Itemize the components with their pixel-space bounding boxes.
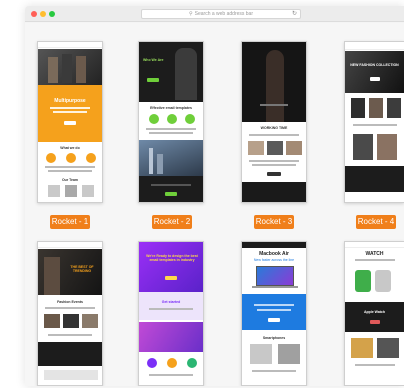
template-section-title: What we do — [60, 146, 80, 150]
template-team-title: Our Team — [61, 178, 79, 182]
template-orange-section: Multipurpose — [38, 85, 102, 142]
template-dark-hero: NEW FASHION COLLECTION — [345, 51, 404, 93]
label-rocket-1[interactable]: Rocket - 1 — [50, 215, 90, 229]
template-dark-hero: Who We Are — [139, 42, 203, 102]
template-gallery: Multipurpose What we do Our Team Who We … — [25, 23, 404, 386]
template-section-title: Effective email templates — [150, 106, 192, 110]
reload-icon[interactable]: ↻ — [292, 10, 297, 18]
template-heading: WATCH — [365, 251, 384, 257]
template-city-photo — [139, 140, 203, 176]
template-thumbnail-rocket-3[interactable]: WORKING TIME — [241, 41, 307, 203]
template-heading: Multipurpose — [54, 98, 86, 104]
template-subheading: New faster across the line — [253, 258, 295, 262]
close-window-icon[interactable] — [31, 11, 37, 17]
template-thumbnail-watch[interactable]: WATCH Apple Watch — [344, 241, 404, 386]
template-heading: NEW FASHION COLLECTION — [350, 63, 399, 67]
template-thumbnail-macbook[interactable]: Macbook Air New faster across the line S… — [241, 241, 307, 386]
template-thumbnail-rocket-2[interactable]: Who We Are Effective email templates — [138, 41, 204, 203]
browser-titlebar: ⚲ Search a web address bar ↻ — [25, 6, 404, 22]
template-thumbnail-rocket-4[interactable]: NEW FASHION COLLECTION — [344, 41, 404, 203]
template-dark-hero — [242, 42, 306, 122]
maximize-window-icon[interactable] — [49, 11, 55, 17]
template-section-title: Fashion Events — [57, 300, 83, 304]
template-section-title: Apple Watch — [363, 310, 386, 314]
browser-window: ⚲ Search a web address bar ↻ Multipurpose… — [25, 6, 404, 386]
address-bar[interactable]: ⚲ Search a web address bar ↻ — [141, 9, 301, 19]
template-thumbnail-rocket-1[interactable]: Multipurpose What we do Our Team — [37, 41, 103, 203]
template-section-title: WORKING TIME — [260, 126, 288, 130]
template-section-title: Get started — [161, 300, 181, 304]
template-dark-hero: THE BEST OF TRENDING — [38, 249, 102, 295]
template-heading: THE BEST OF TRENDING — [70, 265, 94, 273]
template-purple-hero: We're Ready to design the best email tem… — [139, 242, 203, 292]
template-header — [38, 42, 102, 48]
template-hero-photo — [38, 49, 102, 85]
minimize-window-icon[interactable] — [40, 11, 46, 17]
label-rocket-3[interactable]: Rocket - 3 — [254, 215, 294, 229]
search-icon: ⚲ — [188, 11, 193, 17]
template-thumbnail-purple[interactable]: We're Ready to design the best email tem… — [138, 241, 204, 386]
template-heading: Macbook Air — [259, 251, 289, 257]
template-section-title: Smartphones — [262, 336, 286, 340]
template-heading: Who We Are — [143, 58, 164, 62]
address-bar-text: Search a web address bar — [194, 11, 254, 17]
template-blue-section — [242, 294, 306, 330]
template-thumbnail-trending[interactable]: THE BEST OF TRENDING Fashion Events — [37, 241, 103, 386]
label-rocket-4[interactable]: Rocket - 4 — [356, 215, 396, 229]
label-rocket-2[interactable]: Rocket - 2 — [152, 215, 192, 229]
template-heading: We're Ready to design the best email tem… — [146, 254, 198, 262]
